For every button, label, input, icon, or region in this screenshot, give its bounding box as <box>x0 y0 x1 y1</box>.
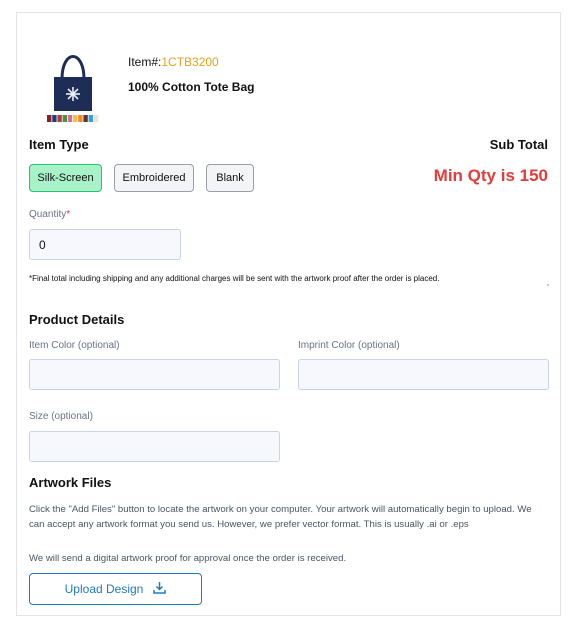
quantity-label: Quantity* <box>29 209 70 220</box>
sub-total-heading: Sub Total <box>489 137 548 152</box>
item-number-label: Item#: <box>128 55 162 69</box>
size-label: Size (optional) <box>29 411 93 422</box>
item-type-heading: Item Type <box>29 137 89 152</box>
color-swatch <box>62 115 67 122</box>
upload-design-label: Upload Design <box>64 582 144 596</box>
download-icon <box>153 581 167 597</box>
quantity-input[interactable] <box>29 229 181 260</box>
item-code: 1CTB3200 <box>161 55 219 69</box>
color-swatch <box>73 115 78 122</box>
quantity-label-text: Quantity <box>29 209 67 220</box>
silk-screen-button[interactable]: Silk-Screen <box>29 164 102 192</box>
imprint-color-field[interactable] <box>298 359 549 390</box>
color-swatch <box>88 115 93 122</box>
item-number: Item#:1CTB3200 <box>128 55 219 69</box>
blank-button[interactable]: Blank <box>206 164 254 192</box>
order-card: Item#:1CTB3200 100% Cotton Tote Bag Item… <box>16 12 561 616</box>
upload-design-button[interactable]: Upload Design <box>29 573 202 605</box>
required-mark: * <box>66 209 71 220</box>
divider-dot <box>547 284 549 286</box>
color-swatch <box>57 115 62 122</box>
color-swatch <box>78 115 83 122</box>
color-swatch <box>52 115 57 122</box>
product-details-heading: Product Details <box>29 312 125 327</box>
product-image <box>45 39 101 123</box>
imprint-color-label: Imprint Color (optional) <box>298 340 400 351</box>
color-swatch <box>83 115 88 122</box>
min-qty-message: Min Qty is 150 <box>433 166 548 185</box>
item-color-field[interactable] <box>29 359 280 390</box>
final-total-note: *Final total including shipping and any … <box>29 274 440 283</box>
artwork-files-heading: Artwork Files <box>29 475 112 490</box>
color-swatch <box>47 115 52 122</box>
artwork-proof-note: We will send a digital artwork proof for… <box>29 553 347 564</box>
artwork-instructions: Click the "Add Files" button to locate t… <box>29 504 532 530</box>
embroidered-button[interactable]: Embroidered <box>114 164 194 192</box>
color-swatch <box>93 115 99 122</box>
item-color-label: Item Color (optional) <box>29 340 120 351</box>
color-swatch <box>67 115 73 122</box>
product-title: 100% Cotton Tote Bag <box>128 80 255 94</box>
size-field[interactable] <box>29 431 280 462</box>
